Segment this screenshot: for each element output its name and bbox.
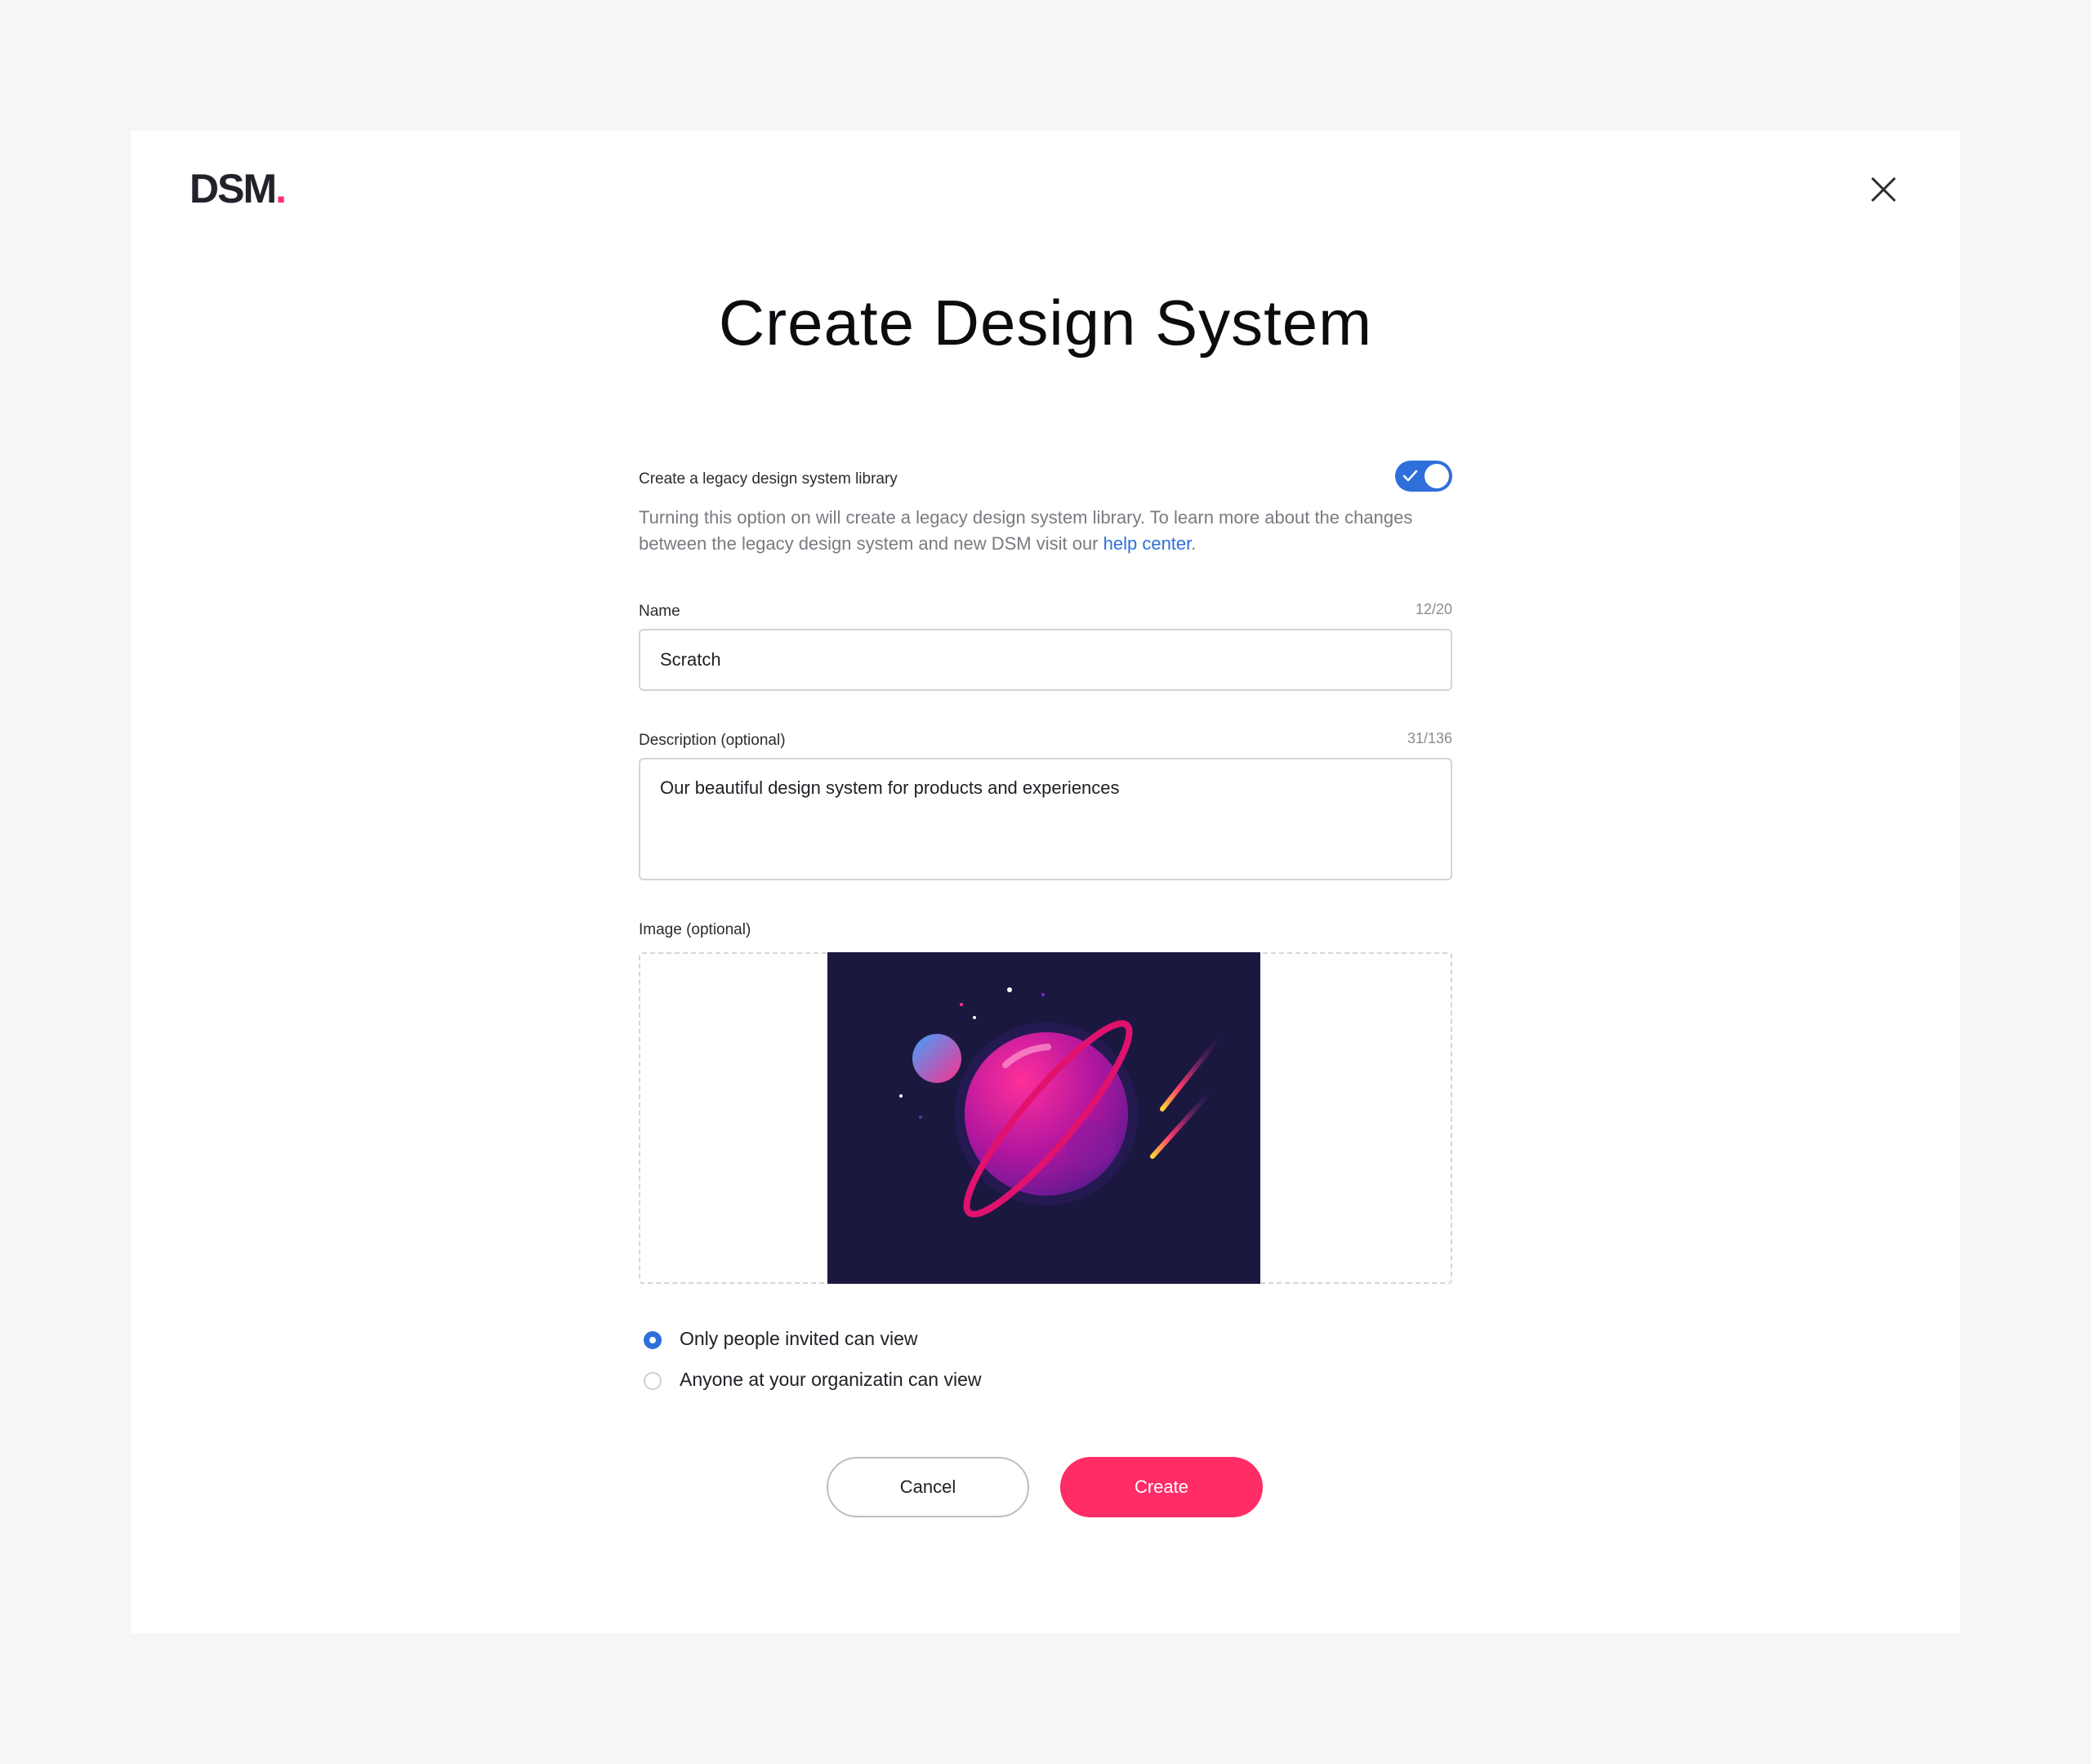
toggle-knob <box>1424 464 1449 488</box>
logo-text: DSM <box>189 166 277 212</box>
visibility-option-label: Anyone at your organizatin can view <box>680 1369 982 1390</box>
helper-text: Turning this option on will create a leg… <box>639 507 1413 554</box>
name-field-header: Name 12/20 <box>639 598 1452 622</box>
legacy-toggle-row: Create a legacy design system library <box>639 461 1452 493</box>
check-icon <box>1402 470 1418 482</box>
radio-selected[interactable] <box>644 1331 662 1349</box>
create-button[interactable]: Create <box>1060 1457 1263 1517</box>
description-field-header: Description (optional) 31/136 <box>639 727 1452 751</box>
visibility-option-organization[interactable]: Anyone at your organizatin can view <box>639 1362 1452 1403</box>
cancel-button[interactable]: Cancel <box>827 1457 1029 1517</box>
create-form: Create a legacy design system library Tu… <box>639 461 1452 1403</box>
page-title: Create Design System <box>718 287 1373 359</box>
description-textarea[interactable]: Our beautiful design system for products… <box>639 758 1452 880</box>
image-field-header: Image (optional) <box>639 916 1452 941</box>
description-counter: 31/136 <box>1407 730 1452 746</box>
create-design-system-dialog: DSM. Create Design System Create a legac… <box>131 131 1960 1633</box>
legacy-toggle[interactable] <box>1395 461 1452 492</box>
visibility-option-invited[interactable]: Only people invited can view <box>639 1321 1452 1362</box>
image-dropzone[interactable] <box>639 952 1452 1284</box>
name-input[interactable]: Scratch <box>639 629 1452 691</box>
legacy-helper-text: Turning this option on will create a leg… <box>639 505 1456 557</box>
image-label: Image (optional) <box>639 921 751 938</box>
helper-suffix: . <box>1191 533 1197 554</box>
description-label: Description (optional) <box>639 732 786 749</box>
planet-illustration <box>827 952 1260 1284</box>
dsm-logo: DSM. <box>189 166 287 212</box>
name-counter: 12/20 <box>1415 601 1452 617</box>
logo-dot: . <box>275 166 287 212</box>
legacy-toggle-label: Create a legacy design system library <box>639 470 898 488</box>
help-center-link[interactable]: help center <box>1103 533 1192 554</box>
radio-unselected[interactable] <box>644 1372 662 1390</box>
visibility-option-label: Only people invited can view <box>680 1328 918 1349</box>
name-label: Name <box>639 603 680 620</box>
close-icon[interactable] <box>1867 173 1900 206</box>
